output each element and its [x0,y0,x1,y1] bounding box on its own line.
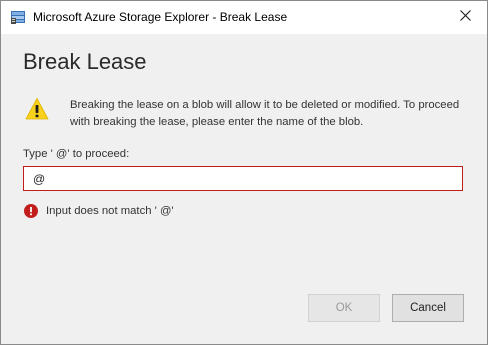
warning-message: Breaking the lease on a blob will allow … [70,99,460,128]
close-button[interactable] [443,1,487,33]
error-icon [24,204,38,218]
dialog-heading: Break Lease [23,49,147,74]
dialog-window: Microsoft Azure Storage Explorer - Break… [0,0,488,345]
title-bar[interactable]: Microsoft Azure Storage Explorer - Break… [1,1,487,33]
close-icon [459,8,471,26]
cancel-button[interactable]: Cancel [392,294,464,322]
validation-error-message: Input does not match ' @' [46,205,174,217]
dialog-content: Break Lease Breaking the lease on a blob… [1,34,487,344]
blob-name-input[interactable] [23,166,463,191]
window-title: Microsoft Azure Storage Explorer - Break… [33,10,288,24]
warning-icon [25,97,49,121]
blob-name-label: Type ' @' to proceed: [23,148,130,160]
storage-explorer-icon [11,10,25,24]
ok-button[interactable]: OK [308,294,380,322]
